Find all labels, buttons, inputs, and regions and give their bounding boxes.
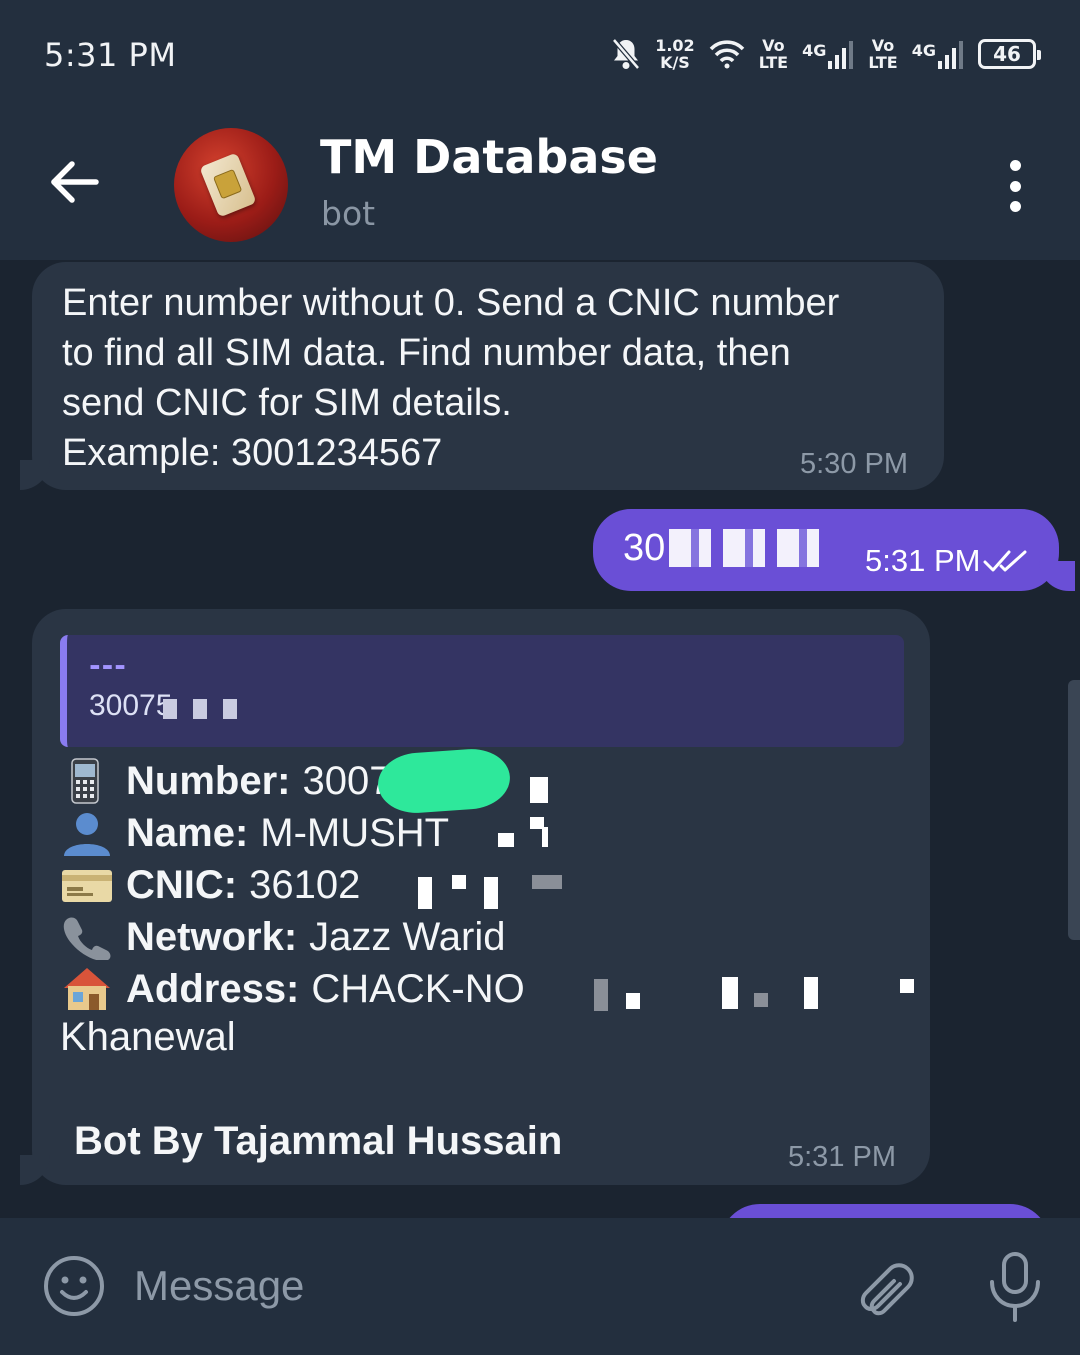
person-emoji [64, 813, 110, 856]
more-vertical-icon[interactable] [1000, 160, 1030, 212]
info-label: Name: [126, 810, 249, 855]
signal-icon [828, 41, 854, 69]
redaction-mark [722, 977, 738, 1009]
wifi-icon [709, 40, 744, 69]
incoming-message-result[interactable]: --- 30075 Number: 3007 Name: M-MUSHT CNI… [20, 609, 930, 1185]
signal-icon [938, 41, 963, 69]
message-line: Example: 3001234567 [62, 432, 443, 474]
redaction-mark [484, 877, 498, 909]
redaction-mark [900, 979, 914, 993]
info-row-cnic: CNIC: 36102 [60, 859, 910, 911]
redaction-mark [542, 827, 548, 847]
message-time: 5:30 PM [800, 448, 908, 480]
message-time: 5:31 PM [865, 543, 981, 578]
info-label: Network: [126, 914, 298, 959]
message-line: to find all SIM data. Find number data, … [62, 332, 791, 374]
battery-icon: 46 [978, 39, 1041, 69]
message-text: 30 [623, 527, 666, 569]
status-icons: 1.02 K/S Vo LTE 4G Vo LTE 4G 46 [611, 32, 1041, 76]
redaction-mark [626, 993, 640, 1009]
status-bar: 5:31 PM 1.02 K/S Vo LTE 4G Vo LTE 4G 46 [0, 0, 1080, 110]
quote-text: 30075 [89, 689, 173, 722]
network-speed: 1.02 K/S [655, 37, 694, 71]
network-speed-unit: K/S [660, 53, 690, 72]
sim1-volte-bottom: LTE [758, 53, 789, 72]
info-value: M-MUSHT [260, 810, 450, 855]
house-emoji [64, 968, 110, 1010]
sim-card-avatar [199, 152, 257, 218]
battery-level: 46 [993, 42, 1021, 66]
chat-area[interactable]: Enter number without 0. Send a CNIC numb… [0, 260, 1080, 1218]
info-row-address: Address: CHACK-NO [60, 963, 914, 1015]
back-arrow-icon[interactable] [44, 152, 104, 212]
info-list: Number: 3007 Name: M-MUSHT CNIC: 36102 N… [60, 746, 914, 1067]
info-label: Address: [126, 966, 300, 1011]
redaction-mark [804, 977, 818, 1009]
outgoing-message-partial[interactable] [720, 1204, 1050, 1218]
status-time: 5:31 PM [44, 36, 177, 74]
sim1-signal: 4G [802, 39, 854, 69]
sim2-volte-top: Vo [871, 36, 895, 55]
sim2-network-type: 4G [911, 41, 936, 60]
redaction-mark [452, 875, 466, 889]
bot-credit: Bot By Tajammal Hussain [74, 1119, 563, 1163]
info-label: Number: [126, 758, 291, 803]
double-check-icon [983, 550, 1027, 572]
input-bar [0, 1218, 1080, 1355]
info-row-number: Number: 3007 [60, 746, 910, 816]
outgoing-message[interactable]: 30 5:31 PM [593, 509, 1075, 591]
avatar[interactable] [174, 128, 288, 242]
redacted-text [669, 529, 819, 567]
credit-card-emoji [62, 870, 112, 902]
sim2-volte: Vo LTE [868, 37, 897, 71]
bell-off-icon [612, 38, 641, 70]
mobile-phone-emoji [71, 758, 99, 804]
address-continued: Khanewal [60, 1015, 236, 1059]
redaction-mark [594, 979, 608, 1011]
emoji-icon[interactable] [42, 1254, 106, 1318]
sim-chip [212, 168, 243, 200]
info-row-network: Network: Jazz Warid [60, 911, 910, 963]
sim2-signal: 4G [912, 39, 964, 69]
redaction-mark [532, 875, 562, 889]
microphone-icon[interactable] [984, 1250, 1046, 1324]
info-value: CHACK-NO [311, 966, 525, 1011]
info-value: 36102 [249, 862, 361, 907]
quote-header: --- [89, 649, 127, 682]
chat-header: TM Database bot [0, 110, 1080, 260]
scrollbar[interactable] [1068, 680, 1080, 940]
paperclip-icon[interactable] [852, 1252, 920, 1320]
chat-title[interactable]: TM Database [320, 130, 658, 184]
redaction-mark [376, 746, 512, 816]
sim2-volte-bottom: LTE [868, 53, 898, 72]
sim1-network-type: 4G [802, 41, 827, 60]
incoming-message-intro[interactable]: Enter number without 0. Send a CNIC numb… [20, 262, 944, 490]
sim1-volte: Vo LTE [759, 37, 788, 71]
info-row-name: Name: M-MUSHT [60, 807, 910, 859]
redaction-mark [498, 833, 514, 847]
network-speed-value: 1.02 [655, 36, 695, 55]
message-time: 5:31 PM [788, 1141, 896, 1173]
telephone-emoji [63, 917, 111, 960]
redaction-mark [754, 993, 768, 1007]
message-text: Enter number without 0. Send a CNIC numb… [62, 278, 922, 478]
redaction-mark [530, 777, 548, 803]
info-value: Jazz Warid [309, 914, 506, 959]
redaction-mark [418, 877, 432, 909]
info-label: CNIC: [126, 862, 238, 907]
sim1-volte-top: Vo [762, 36, 785, 55]
message-line: send CNIC for SIM details. [62, 382, 512, 424]
message-input[interactable] [134, 1248, 814, 1324]
chat-subtitle: bot [321, 194, 376, 233]
message-line: Enter number without 0. Send a CNIC numb… [62, 282, 840, 324]
quoted-reply[interactable]: --- 30075 [60, 635, 904, 747]
redacted-text [163, 699, 253, 719]
